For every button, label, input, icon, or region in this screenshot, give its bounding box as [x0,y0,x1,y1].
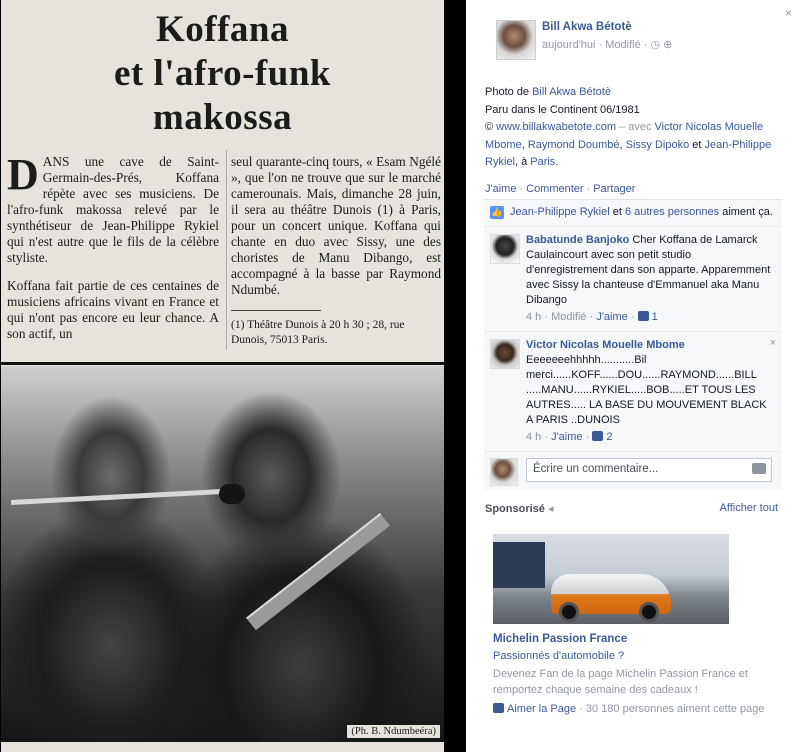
headline-line-3: makossa [152,97,293,138]
photo-caption: Photo de Bill Akwa Bétotè Paru dans le C… [485,84,785,172]
ad-image-grandstand [493,542,545,588]
headline-line-2: et l'afro-funk [113,53,331,94]
action-dot: · [586,183,591,195]
caption-source: Paru dans le Continent 06/1981 [485,103,640,116]
ad-title-link[interactable]: Michelin Passion France [493,633,627,645]
article-footnote: (1) Théâtre Dunois à 20 h 30 ; 28, rue D… [231,319,405,346]
footnote-rule [231,310,321,311]
meta-dot: · [627,311,638,323]
article-column-2: seul quarante-cinq tours, « Esam Ngélé »… [231,154,441,297]
see-all-link[interactable]: Afficher tout [720,502,779,514]
sponsored-header: Sponsorisé ◂ Afficher tout [485,502,778,515]
comment-time[interactable]: 4 h [526,311,541,323]
ad-like-row: Aimer la Page · 30 180 personnes aiment … [493,701,769,717]
comment-like-count[interactable]: 1 [637,311,658,323]
caption-website-link[interactable]: www.billakwabetote.com [496,121,616,133]
comment-author-link[interactable]: Victor Nicolas Mouelle Mbome [526,338,774,353]
post-actions: J'aime · Commenter · Partager [485,183,635,195]
comment-like-link[interactable]: J'aime [596,311,627,323]
comment-action[interactable]: Commenter [526,183,583,195]
likes-summary: 👍 Jean-Philippe Rykiel et 6 autres perso… [484,200,782,227]
post-owner: Bill Akwa Bétotè aujourd'hui · Modifié ·… [496,20,776,68]
article-paragraph-2: Koffana fait partie de ces centaines de … [7,278,219,341]
liker-link[interactable]: Jean-Philippe Rykiel [510,206,610,218]
article-paragraph-1: ANS une cave de Saint-Germain-des-Prés, … [7,154,219,265]
tag-raymond[interactable]: Raymond Doumbé [528,139,620,151]
thumbs-up-icon [493,703,504,713]
headline-line-1: Koffana [156,9,289,50]
close-icon[interactable]: × [770,336,776,351]
concert-photo: (Ph. B. Ndumbeéra) [1,366,444,742]
ad-subtitle[interactable]: Passionnés d'automobile ? [493,650,624,662]
meta-dot: · [586,311,597,323]
comment-edited[interactable]: Modifié [551,311,586,323]
like-action[interactable]: J'aime [485,183,516,195]
share-action[interactable]: Partager [593,183,635,195]
comment-time[interactable]: 4 h [526,431,541,443]
photo-viewer[interactable]: Koffana et l'afro-funk makossa D ANS une … [0,0,466,752]
caption-author-link[interactable]: Bill Akwa Bétotè [532,86,611,98]
viewer-avatar [490,458,518,486]
car-wheel [639,602,659,622]
post-timestamp: aujourd'hui · Modifié · ◷ ⊕ [542,39,673,51]
commenter-avatar[interactable] [490,234,520,264]
thumbs-up-icon [637,311,649,321]
owner-name-link[interactable]: Bill Akwa Bétotè [542,21,632,33]
comment-input[interactable]: Écrire un commentaire... [526,458,772,482]
commenter-avatar[interactable] [490,339,520,369]
comment-meta: 4 h · J'aime · 2 [526,430,774,445]
tag-sissy[interactable]: Sissy Dipoko [626,139,690,151]
like-count-value: 1 [651,311,658,323]
comment-like-count[interactable]: 2 [592,431,612,443]
comment-like-link[interactable]: J'aime [551,431,582,443]
comment-text: Eeeeeeehhhhh...........Bil merci......KO… [526,354,767,426]
mic-stand [11,487,241,506]
ad-like-count: · 30 180 personnes aiment cette page [576,703,765,715]
ad-image[interactable] [493,534,729,624]
microphone [219,484,245,504]
caption-a: , à [514,156,531,168]
comment-meta: 4 h · Modifié · J'aime · 1 [526,310,774,325]
like-count-value: 2 [606,431,613,443]
meta-dot: · [541,311,552,323]
photo-sidebar: × Bill Akwa Bétotè aujourd'hui · Modifié… [466,0,800,752]
camera-icon[interactable] [752,463,766,474]
place-link[interactable]: Paris [530,156,555,168]
sponsored-label: Sponsorisé [485,503,545,515]
caption-end: . [555,156,559,168]
meta-dot: · [582,431,593,443]
guitar-neck [246,513,390,631]
feedback-box: 👍 Jean-Philippe Rykiel et 6 autres perso… [484,199,782,490]
car-wheel [559,602,579,622]
drop-cap: D [7,150,39,199]
other-likers-link[interactable]: 6 autres personnes [625,206,719,218]
thumbs-up-icon: 👍 [490,206,504,219]
comment-item: × Victor Nicolas Mouelle Mbome Eeeeeeehh… [484,332,782,452]
likes-et: et [609,206,625,218]
newspaper-clipping: Koffana et l'afro-funk makossa D ANS une … [1,0,444,752]
photo-credit: (Ph. B. Ndumbeéra) [347,725,440,738]
article-column-1: D ANS une cave de Saint-Germain-des-Prés,… [7,150,219,354]
caption-photo-label: Photo de [485,86,533,98]
megaphone-icon: ◂ [547,503,554,515]
ad-body: Devenez Fan de la page Michelin Passion … [493,668,748,696]
comment-composer: Écrire un commentaire... [484,452,782,490]
action-dot: · [519,183,524,195]
photo-separator [1,362,444,365]
caption-et: et [689,138,705,151]
meta-dot: · [541,431,552,443]
comment-author-link[interactable]: Babatunde Banjoko [526,234,629,246]
thumbs-up-icon [592,431,604,441]
column-divider [226,150,227,350]
caption-copyright: © [485,121,497,133]
likes-tail: aiment ça. [719,206,773,218]
owner-avatar[interactable] [496,20,536,60]
close-icon[interactable]: × [785,6,792,20]
caption-avec: – avec [616,121,655,133]
comment-item: Babatunde Banjoko Cher Koffana de Lamarc… [484,227,782,332]
like-page-button[interactable]: Aimer la Page [507,703,576,715]
